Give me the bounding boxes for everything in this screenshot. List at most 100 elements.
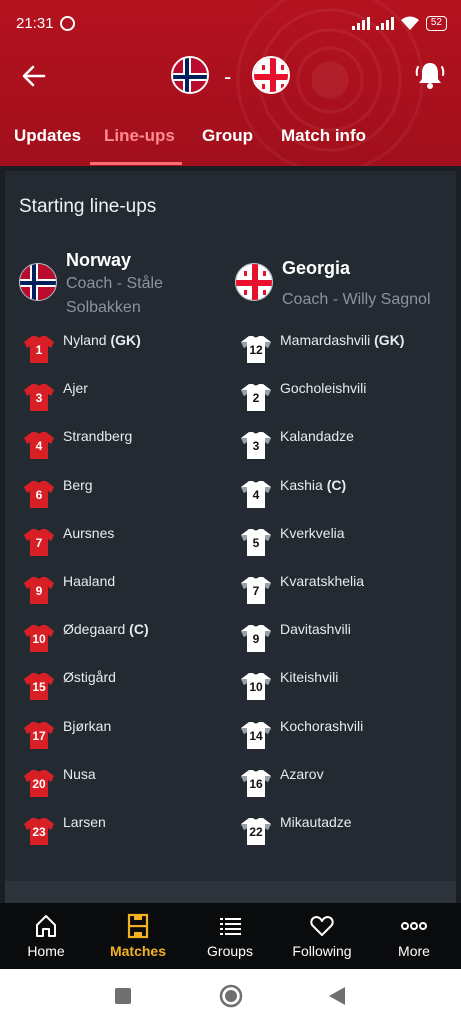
home-player-row[interactable]: 9 Haaland	[23, 573, 115, 606]
nav-matches-label: Matches	[109, 943, 167, 959]
shirt-number: 22	[249, 825, 263, 839]
alarm-icon	[59, 15, 75, 31]
back-arrow-icon[interactable]	[20, 62, 48, 90]
shirt-number: 3	[35, 391, 43, 406]
player-name: Kashia (C)	[280, 477, 346, 493]
home-player-row[interactable]: 23 Larsen	[23, 814, 106, 847]
shirt-number: 17	[32, 728, 46, 743]
home-icon	[36, 915, 56, 937]
shirt-number: 9	[35, 584, 43, 598]
home-player-row[interactable]: 1 Nyland (GK)	[23, 332, 141, 365]
recents-icon[interactable]	[114, 987, 132, 1005]
notification-bell-icon[interactable]	[413, 58, 447, 92]
player-surname: Kverkvelia	[280, 524, 345, 541]
home-player-row[interactable]: 6 Berg	[23, 477, 93, 510]
home-player-row[interactable]: 20 Nusa	[23, 766, 96, 799]
shirt-number: 10	[249, 680, 263, 695]
home-player-row[interactable]: 4 Strandberg	[23, 428, 132, 461]
player-name: Kalandadze	[280, 428, 354, 444]
away-player-row[interactable]: 14 Kochorashvili	[240, 718, 363, 751]
player-surname: Kashia	[280, 476, 323, 493]
shirt-icon: 15	[23, 671, 55, 701]
shirt-icon: 12	[240, 334, 272, 364]
away-player-row[interactable]: 7 Kvaratskhelia	[240, 573, 364, 606]
away-player-row[interactable]: 16 Azarov	[240, 766, 324, 799]
shirt-number: 10	[32, 632, 46, 647]
georgia-flag-icon	[252, 56, 290, 94]
away-player-row[interactable]: 12 Mamardashvili (GK)	[240, 332, 404, 365]
player-surname: Nusa	[63, 765, 96, 782]
signal-icon-2	[375, 16, 394, 30]
shirt-icon: 2	[240, 382, 272, 412]
player-role-tag: (GK)	[374, 332, 405, 348]
status-bar: 21:31 52	[16, 12, 447, 34]
lineups-content[interactable]: Starting line-ups Norway Coach - Ståle S…	[0, 166, 461, 903]
shirt-icon: 23	[23, 816, 55, 846]
shirt-number: 9	[252, 632, 260, 647]
norway-flag-icon	[171, 56, 209, 94]
card-separator	[5, 881, 456, 903]
nav-home[interactable]: Home	[0, 903, 92, 969]
nav-more[interactable]: More	[368, 903, 460, 969]
shirt-icon: 9	[240, 623, 272, 653]
starting-lineups-card: Starting line-ups Norway Coach - Ståle S…	[5, 171, 456, 881]
player-surname: Berg	[63, 476, 93, 493]
player-surname: Nyland	[63, 332, 107, 348]
shirt-icon: 22	[240, 816, 272, 846]
nav-more-label: More	[398, 943, 430, 959]
shirt-icon: 3	[240, 430, 272, 460]
away-player-row[interactable]: 2 Gocholeishvili	[240, 380, 366, 413]
home-player-row[interactable]: 17 Bjørkan	[23, 718, 111, 751]
groups-icon	[220, 918, 241, 935]
nav-groups[interactable]: Groups	[184, 903, 276, 969]
player-name: Haaland	[63, 573, 115, 589]
nav-following[interactable]: Following	[276, 903, 368, 969]
shirt-icon: 5	[240, 527, 272, 557]
nav-matches[interactable]: Matches	[92, 903, 184, 969]
away-player-row[interactable]: 5 Kverkvelia	[240, 525, 345, 558]
player-name: Ødegaard (C)	[63, 621, 149, 637]
player-surname: Kalandadze	[280, 428, 354, 445]
tab-group[interactable]: Group	[202, 126, 253, 146]
shirt-number: 16	[249, 776, 263, 791]
shirt-number: 1	[35, 343, 43, 357]
shirt-icon: 10	[240, 671, 272, 701]
shirt-number: 15	[32, 680, 46, 695]
shirt-icon: 16	[240, 768, 272, 798]
tab-match-info[interactable]: Match info	[281, 126, 366, 146]
shirt-icon: 17	[23, 720, 55, 750]
wifi-icon	[400, 16, 419, 30]
player-name: Kochorashvili	[280, 718, 363, 734]
away-player-row[interactable]: 4 Kashia (C)	[240, 477, 346, 510]
tab-line-ups[interactable]: Line-ups	[104, 126, 175, 146]
away-player-row[interactable]: 3 Kalandadze	[240, 428, 354, 461]
player-name: Nusa	[63, 766, 96, 782]
away-player-row[interactable]: 9 Davitashvili	[240, 621, 351, 654]
player-name: Berg	[63, 477, 93, 493]
norway-flag-icon	[19, 263, 57, 301]
player-surname: Bjørkan	[63, 717, 112, 734]
home-player-row[interactable]: 7 Aursnes	[23, 525, 114, 558]
shirt-icon: 6	[23, 479, 55, 509]
away-player-row[interactable]: 22 Mikautadze	[240, 814, 352, 847]
shirt-icon: 7	[23, 527, 55, 557]
away-player-row[interactable]: 10 Kiteishvili	[240, 669, 338, 702]
player-role-tag: (C)	[326, 476, 347, 493]
player-surname: Kochorashvili	[280, 717, 364, 734]
player-surname: Larsen	[63, 814, 106, 830]
shirt-icon: 20	[23, 768, 55, 798]
home-player-row[interactable]: 3 Ajer	[23, 380, 88, 413]
shirt-icon: 14	[240, 720, 272, 750]
georgia-flag-icon	[235, 263, 273, 301]
shirt-number: 20	[32, 776, 46, 791]
player-name: Larsen	[63, 814, 106, 830]
home-player-row[interactable]: 15 Østigård	[23, 669, 116, 702]
signal-icon	[351, 16, 370, 30]
back-triangle-icon[interactable]	[327, 985, 347, 1007]
shirt-icon: 1	[23, 334, 55, 364]
home-circle-icon[interactable]	[218, 983, 244, 1009]
tab-updates[interactable]: Updates	[14, 126, 81, 146]
shirt-number: 7	[35, 535, 43, 550]
home-player-row[interactable]: 10 Ødegaard (C)	[23, 621, 149, 654]
match-tabs: Updates Line-ups Group Match info	[0, 126, 461, 166]
